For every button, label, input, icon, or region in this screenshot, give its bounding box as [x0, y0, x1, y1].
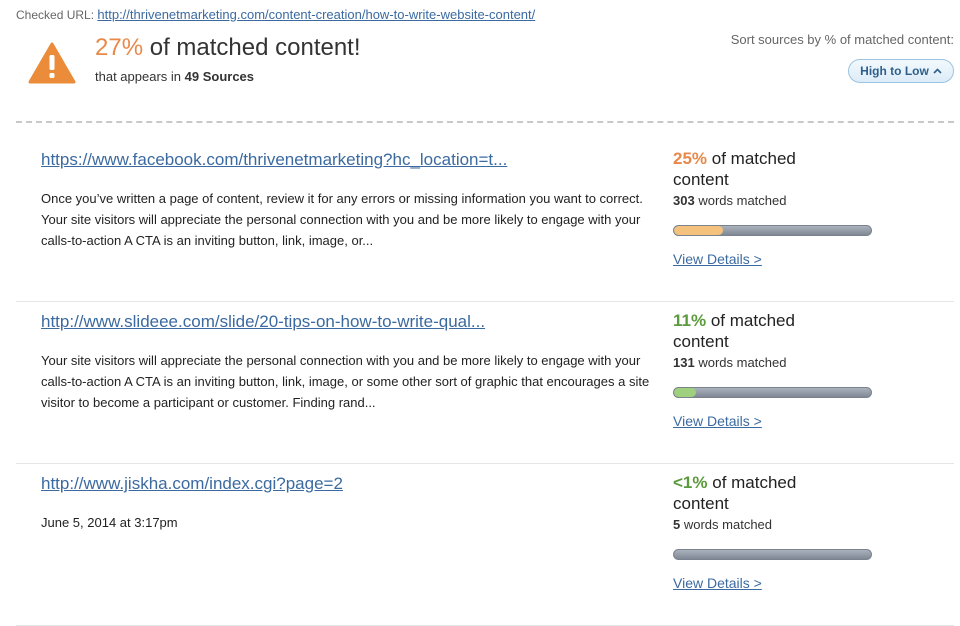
source-match-percent: <1% of matched content — [673, 472, 853, 514]
view-details-link[interactable]: View Details > — [673, 413, 762, 429]
match-progress-fill — [674, 226, 724, 235]
source-match-percent: 11% of matched content — [673, 310, 853, 352]
sources-prefix: that appears in — [95, 69, 182, 84]
words-matched: 131 words matched — [673, 355, 786, 370]
sort-order-button[interactable]: High to Low — [848, 59, 954, 83]
source-excerpt: Once you’ve written a page of content, r… — [41, 191, 643, 248]
match-summary-headline: 27% of matched content! — [95, 34, 361, 62]
chevron-up-icon — [933, 68, 942, 74]
headline-rest: of matched content! — [149, 34, 361, 61]
match-progress-fill — [674, 388, 696, 397]
sort-label: Sort sources by % of matched content: — [730, 32, 954, 47]
source-result-row: https://www.facebook.com/thrivenetmarket… — [16, 139, 954, 302]
source-link[interactable]: https://www.facebook.com/thrivenetmarket… — [41, 150, 507, 170]
checked-url-link[interactable]: http://thrivenetmarketing.com/content-cr… — [97, 7, 535, 22]
words-suffix: words matched — [698, 193, 787, 208]
words-count: 131 — [673, 355, 695, 370]
view-details-link[interactable]: View Details > — [673, 251, 762, 267]
match-progress-bar — [673, 225, 872, 236]
source-result-row: http://www.jiskha.com/index.cgi?page=2 J… — [16, 463, 954, 626]
source-excerpt: June 5, 2014 at 3:17pm — [41, 515, 178, 530]
words-suffix: words matched — [683, 517, 773, 532]
header-divider — [16, 121, 954, 123]
checked-url-label: Checked URL: — [16, 8, 95, 22]
source-percent-value: <1% — [673, 473, 708, 492]
words-count: 5 — [673, 517, 681, 532]
view-details-link[interactable]: View Details > — [673, 575, 762, 591]
match-progress-bar — [673, 549, 872, 560]
checked-url-line: Checked URL: http://thrivenetmarketing.c… — [16, 7, 535, 22]
sources-count: 49 Sources — [184, 69, 255, 84]
source-percent-value: 25% — [673, 149, 708, 168]
source-result-row: http://www.slideee.com/slide/20-tips-on-… — [16, 301, 954, 464]
words-matched: 303 words matched — [673, 193, 786, 208]
words-matched: 5 words matched — [673, 517, 772, 532]
source-percent-value: 11% — [673, 311, 707, 330]
warning-icon — [28, 42, 76, 84]
sort-order-label: High to Low — [860, 64, 929, 78]
source-excerpt: Your site visitors will appreciate the p… — [41, 353, 650, 410]
source-link[interactable]: http://www.slideee.com/slide/20-tips-on-… — [41, 312, 485, 332]
source-link[interactable]: http://www.jiskha.com/index.cgi?page=2 — [41, 474, 343, 494]
sources-summary: that appears in 49 Sources — [95, 69, 254, 84]
match-progress-bar — [673, 387, 872, 398]
words-count: 303 — [673, 193, 695, 208]
words-suffix: words matched — [698, 355, 787, 370]
source-match-percent: 25% of matched content — [673, 148, 853, 190]
overall-percent: 27% — [95, 34, 144, 61]
